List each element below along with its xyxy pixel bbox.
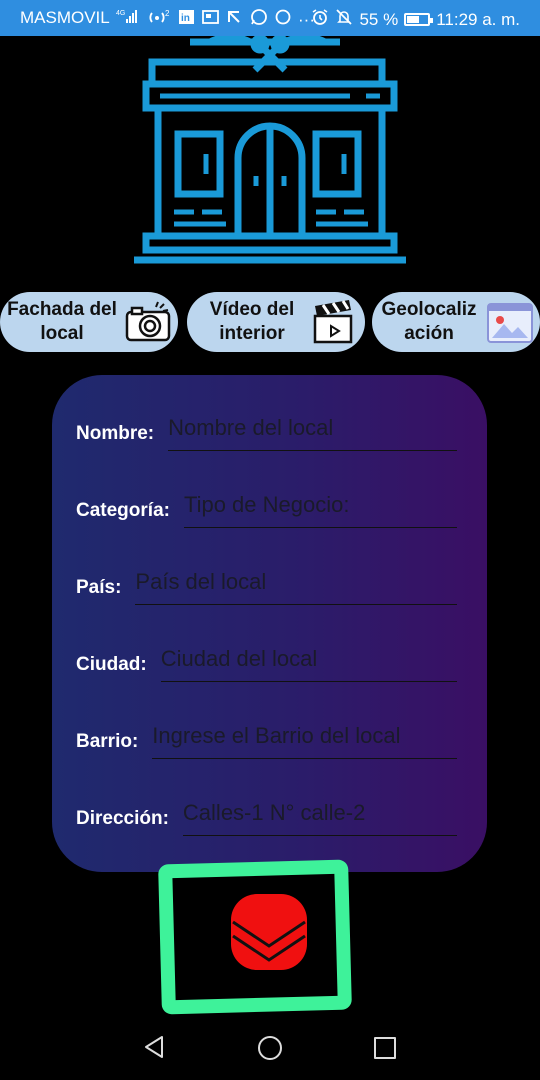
categoria-label: Categoría:	[76, 500, 170, 521]
geolocation-label: Geolocaliz ación	[381, 299, 477, 344]
form-row-barrio: Barrio:	[76, 718, 457, 759]
hotspot-count: 2	[165, 9, 170, 18]
whatsapp-icon	[250, 8, 268, 31]
submit-button[interactable]	[231, 894, 307, 970]
svg-text:4G: 4G	[116, 10, 125, 17]
status-left: MASMOVIL 4G	[20, 8, 142, 28]
store-building-logo	[130, 33, 410, 268]
carrier-name: MASMOVIL	[20, 8, 110, 27]
barrio-label: Barrio:	[76, 731, 139, 752]
status-bar: MASMOVIL 4G 2 in ··· 55 % 11:29 a. m.	[0, 0, 540, 36]
form-row-pais: País:	[76, 564, 457, 605]
home-icon[interactable]	[258, 1036, 282, 1060]
clapperboard-icon	[311, 298, 359, 346]
status-right: 55 % 11:29 a. m.	[311, 8, 520, 31]
interior-video-button[interactable]: Vídeo del interior	[187, 292, 365, 352]
form-row-nombre: Nombre:	[76, 410, 457, 451]
chevron-down-icon	[232, 920, 306, 962]
interior-video-label: Vídeo del interior	[209, 299, 295, 344]
categoria-input[interactable]	[183, 487, 457, 528]
hotspot-icon: 2	[148, 8, 172, 31]
ciudad-input[interactable]	[160, 641, 457, 682]
alarm-icon	[311, 8, 329, 31]
nombre-label: Nombre:	[76, 423, 155, 444]
recents-icon[interactable]	[374, 1037, 396, 1059]
pais-label: País:	[76, 577, 122, 598]
route-icon	[226, 8, 244, 31]
barrio-input[interactable]	[152, 718, 457, 759]
geolocation-button[interactable]: Geolocaliz ación	[372, 292, 540, 352]
form-row-direccion: Dirección:	[76, 795, 457, 836]
facade-photo-button[interactable]: Fachada del local	[0, 292, 178, 352]
news-icon	[202, 8, 220, 31]
map-image-icon	[486, 298, 534, 346]
nombre-input[interactable]	[168, 410, 457, 451]
pais-input[interactable]	[135, 564, 457, 605]
clock: 11:29 a. m.	[436, 9, 520, 29]
mute-icon	[335, 8, 353, 31]
form-row-ciudad: Ciudad:	[76, 641, 457, 682]
circle-icon	[274, 8, 292, 31]
notification-icons: 2 in ···	[148, 8, 315, 31]
ciudad-label: Ciudad:	[76, 654, 147, 675]
battery-percent: 55 %	[359, 9, 399, 29]
facade-photo-label: Fachada del local	[7, 299, 117, 344]
back-icon[interactable]	[142, 1034, 168, 1060]
store-form-card: Nombre: Categoría: País: Ciudad: Barrio:…	[52, 375, 487, 872]
direccion-label: Dirección:	[76, 808, 169, 829]
linkedin-icon: in	[178, 8, 196, 31]
battery-icon	[404, 13, 434, 26]
form-row-categoria: Categoría:	[76, 487, 457, 528]
direccion-input[interactable]	[182, 795, 457, 836]
signal-icon: 4G	[116, 8, 142, 28]
svg-text:in: in	[181, 13, 190, 24]
camera-icon	[124, 298, 172, 346]
